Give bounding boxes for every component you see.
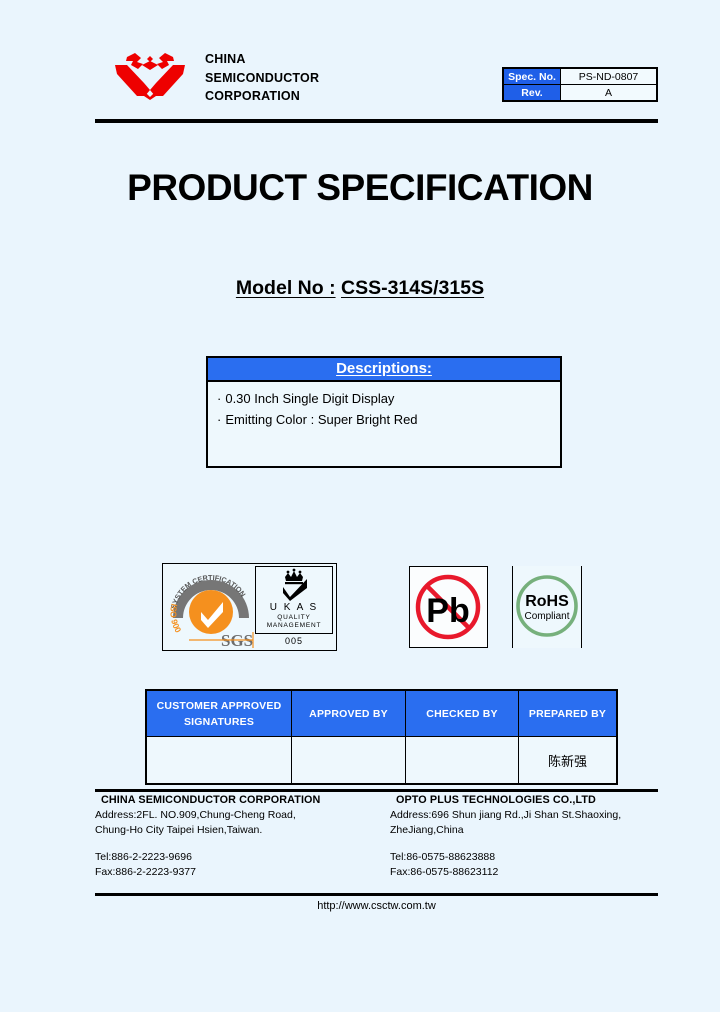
certification-logos-row: SYSTEM CERTIFICATION ISO 9001:2000 SGS	[0, 558, 720, 655]
document-header: CHINA SEMICONDUCTOR CORPORATION Spec. No…	[95, 40, 658, 108]
document-page: CHINA SEMICONDUCTOR CORPORATION Spec. No…	[0, 0, 720, 1012]
footer-fax: Fax:86-0575-88623112	[390, 865, 499, 878]
ukas-title: U K A S	[269, 602, 319, 613]
footer-address: Address:696 Shun jiang Rd.,Ji Shan St.Sh…	[390, 809, 622, 836]
col-checked-by: CHECKED BY	[405, 689, 519, 737]
footer-tel: Tel:86-0575-88623888	[390, 851, 496, 863]
ukas-crown-check-icon	[283, 568, 307, 601]
approval-signature-table: CUSTOMER APPROVED SIGNATURES APPROVED BY…	[145, 689, 618, 785]
model-number-label: Model No :	[235, 277, 336, 299]
bullet-icon: ·	[217, 412, 222, 427]
cell-prepared-by[interactable]: 陈新强	[518, 736, 618, 785]
ukas-subtitle: QUALITY MANAGEMENT	[266, 614, 322, 629]
revision-value: A	[560, 84, 658, 102]
cell-approved-by[interactable]	[291, 736, 406, 785]
col-customer-approved-signatures: CUSTOMER APPROVED SIGNATURES	[145, 689, 292, 737]
spec-no-value: PS-ND-0807	[560, 67, 658, 85]
cell-customer-approved-signatures[interactable]	[145, 736, 292, 785]
spec-number-table: Spec. No. PS-ND-0807 Rev. A	[502, 67, 658, 102]
table-header-row: CUSTOMER APPROVED SIGNATURES APPROVED BY…	[145, 689, 618, 737]
table-row: 陈新强	[145, 736, 618, 785]
col-prepared-by: PREPARED BY	[518, 689, 618, 737]
ukas-logo: U K A S QUALITY MANAGEMENT 005	[255, 566, 333, 648]
description-item: · 0.30 Inch Single Digit Display	[217, 388, 560, 409]
svg-text:Compliant: Compliant	[524, 611, 569, 622]
header-divider	[95, 119, 658, 123]
rohs-compliant-logo: RoHS Compliant	[512, 566, 582, 648]
revision-row: Rev. A	[502, 84, 658, 102]
page-title: PRODUCT SPECIFICATION	[127, 167, 593, 208]
model-number-value: CSS-314S/315S	[340, 277, 485, 299]
footer-contact: Tel:86-0575-88623888 Fax:86-0575-8862311…	[390, 850, 658, 879]
lead-free-logo: Pb	[409, 566, 488, 648]
rohs-circle-icon: RoHS Compliant	[516, 575, 578, 637]
footer-bottom-divider	[95, 893, 658, 896]
description-item: · Emitting Color : Super Bright Red	[217, 409, 560, 430]
model-number-line: Model No : CSS-314S/315S	[0, 277, 720, 300]
cell-checked-by[interactable]	[405, 736, 519, 785]
footer-tel: Tel:886-2-2223-9696	[95, 851, 192, 863]
footer-fax: Fax:886-2-2223-9377	[95, 865, 196, 878]
revision-label: Rev.	[502, 84, 561, 102]
footer-columns: CHINA SEMICONDUCTOR CORPORATION Address:…	[95, 794, 658, 886]
footer-column-china-semiconductor: CHINA SEMICONDUCTOR CORPORATION Address:…	[95, 794, 385, 879]
col-approved-by: APPROVED BY	[291, 689, 406, 737]
pb-crossed-icon: Pb	[415, 574, 481, 640]
description-item-text: Emitting Color : Super Bright Red	[225, 412, 418, 427]
descriptions-heading: Descriptions:	[208, 358, 560, 382]
footer-company-name: CHINA SEMICONDUCTOR CORPORATION	[101, 794, 321, 806]
descriptions-box: Descriptions: · 0.30 Inch Single Digit Di…	[206, 356, 562, 468]
bullet-icon: ·	[217, 391, 222, 406]
spec-no-row: Spec. No. PS-ND-0807	[502, 67, 658, 85]
footer-company-name: OPTO PLUS TECHNOLOGIES CO.,LTD	[396, 794, 596, 806]
company-name: CHINA SEMICONDUCTOR CORPORATION	[205, 52, 320, 103]
svg-text:RoHS: RoHS	[525, 593, 569, 610]
sgs-certification-logo: SYSTEM CERTIFICATION ISO 9001:2000 SGS	[162, 558, 337, 651]
footer-address: Address:2FL. NO.909,Chung-Cheng Road, Ch…	[95, 809, 296, 836]
footer-top-divider	[95, 789, 658, 792]
svg-text:Pb: Pb	[426, 592, 469, 630]
footer-column-opto-plus: OPTO PLUS TECHNOLOGIES CO.,LTD Address:6…	[390, 794, 658, 879]
description-item-text: 0.30 Inch Single Digit Display	[225, 391, 395, 406]
descriptions-body: · 0.30 Inch Single Digit Display · Emittin…	[208, 382, 560, 466]
china-semiconductor-logo-icon	[111, 48, 189, 100]
website-url[interactable]: http://www.csctw.com.tw	[95, 900, 658, 912]
sgs-mark-icon: SYSTEM CERTIFICATION ISO 9001:2000 SGS	[163, 558, 257, 655]
spec-no-label: Spec. No.	[502, 67, 561, 85]
footer-contact: Tel:886-2-2223-9696 Fax:886-2-2223-9377	[95, 850, 385, 879]
ukas-number: 005	[284, 636, 304, 646]
